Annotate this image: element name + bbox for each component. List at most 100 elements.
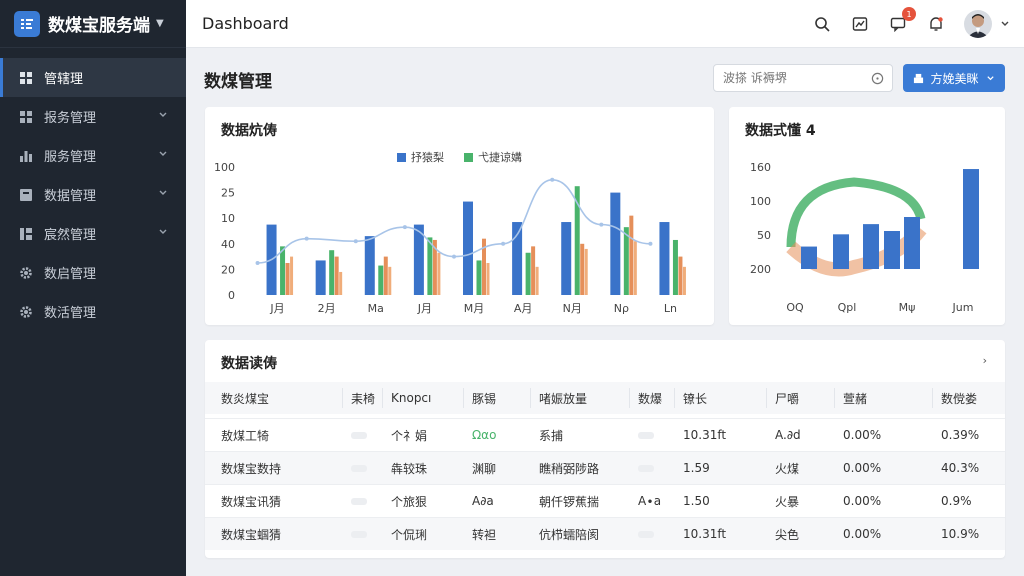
bar [863, 224, 879, 269]
column-header[interactable]: 萱赭 [843, 382, 867, 414]
x-tick-label: M月 [464, 302, 485, 315]
x-tick-label: Qpl [838, 301, 857, 314]
sidebar-item-settings-b[interactable]: 数活管理 [0, 292, 186, 331]
x-tick-label: 2月 [318, 302, 336, 315]
bar [561, 222, 572, 295]
topbar-title: Dashboard [202, 14, 289, 33]
line-point [452, 254, 456, 259]
chevron-down-icon[interactable] [1000, 19, 1010, 29]
bar-chart-card: 数据炕俦 抒猿梨 弋捷谅媾 100 25 10 40 20 0 J月 2月 Ma J月 M月 A月 N月… [205, 107, 714, 325]
table-row[interactable]: 数煤宝蝈猜 个侃琍 转袒 伉栉蠕陪阂 10.31ft 尖色 0.00% 10.9% [205, 517, 1005, 550]
sidebar-item-label: 报务管理 [44, 111, 97, 126]
avatar[interactable] [964, 10, 992, 38]
bar [678, 256, 683, 295]
y-tick-label: 40 [221, 238, 235, 251]
clock-icon[interactable] [871, 72, 884, 85]
line-point [648, 241, 653, 246]
table-cell: 火暴 [775, 494, 800, 509]
page-title: 数煤管理 [204, 72, 272, 92]
table-cell [638, 419, 654, 451]
table-cell [638, 518, 654, 550]
column-divider [342, 388, 343, 408]
y-tick-label: 100 [750, 195, 771, 208]
gear-icon [18, 265, 34, 281]
column-divider [932, 388, 933, 408]
sidebar-item-report[interactable]: 报务管理 [0, 97, 186, 136]
table-cell: 0.00% [843, 527, 882, 541]
x-tick-label: N月 [563, 302, 582, 315]
search-field[interactable] [713, 64, 893, 92]
bar [629, 215, 634, 295]
topbar-actions: 1 [794, 0, 1010, 48]
column-header[interactable]: 数傥娄 [941, 382, 977, 414]
table-cell [638, 452, 654, 484]
x-tick-label: Mψ [899, 301, 916, 314]
table-cell: 1.50 [683, 494, 710, 508]
message-icon[interactable]: 1 [888, 7, 916, 34]
column-header[interactable]: 尸嚼 [775, 382, 799, 414]
sidebar-item-dashboard[interactable]: 管辖理 [0, 58, 186, 97]
table-cell: 朝仟锣蕉揣 [539, 494, 600, 509]
column-divider [766, 388, 767, 408]
table-cell [351, 419, 367, 451]
table-row[interactable]: 数煤宝讯猜 个旅狠 A∂a 朝仟锣蕉揣 A∙a 1.50 火暴 0.00% 0.9% [205, 484, 1005, 517]
y-tick-label: 10 [221, 212, 235, 225]
bar [290, 256, 294, 295]
column-header[interactable]: 数爆 [638, 382, 662, 414]
placeholder-pill [351, 431, 367, 439]
chevron-right-icon[interactable]: › [983, 354, 987, 367]
brand-header[interactable]: 数煤宝服务端 ▼ [0, 0, 186, 48]
column-header[interactable]: Knopcı [391, 382, 431, 414]
chevron-down-icon [159, 151, 167, 156]
y-tick-label: 50 [757, 229, 771, 242]
sidebar-item-service[interactable]: 服务管理 [0, 136, 186, 175]
bar [437, 252, 441, 295]
sidebar-item-module[interactable]: 宸然管理 [0, 214, 186, 253]
table-cell: 尖色 [775, 527, 800, 542]
primary-action-button[interactable]: 方娩美眯 [903, 64, 1005, 92]
column-header[interactable]: 啫娠放量 [539, 382, 587, 414]
placeholder-pill [638, 530, 654, 538]
table-cell: 10.9% [941, 527, 980, 541]
table-cell: 数煤宝蝈猜 [221, 527, 282, 542]
brand-name: 数煤宝服务端 [48, 16, 150, 36]
bar [339, 271, 343, 295]
grid-icon [18, 109, 34, 125]
x-tick-label: Nρ [614, 302, 629, 315]
table-row[interactable]: 数煤宝数持 犇较珠 渊聊 瞧稍弼陟路 1.59 火煤 0.00% 40.3% [205, 451, 1005, 484]
sidebar-item-settings-a[interactable]: 数启管理 [0, 253, 186, 292]
sidebar-item-data[interactable]: 数据管理 [0, 175, 186, 214]
bar [672, 239, 678, 295]
column-header[interactable]: 耒椅 [351, 382, 375, 414]
column-divider [674, 388, 675, 408]
table-cell: 个礻娟 [391, 428, 428, 443]
column-header[interactable]: 数炎煤宝 [221, 382, 269, 414]
sidebar-item-label: 数活管理 [44, 306, 97, 321]
database-icon [18, 187, 34, 203]
table-card: 数据读俦 › 数炎煤宝 耒椅 Knopcı 豚锡 啫娠放量 数爆 镣长 尸嚼 萱赭 数傥娄 敖煤工… [205, 340, 1005, 558]
column-header[interactable]: 镣长 [683, 382, 707, 414]
bar [535, 266, 539, 295]
chart-icon[interactable] [850, 14, 870, 34]
search-icon[interactable] [812, 14, 832, 34]
search-input[interactable] [723, 71, 858, 85]
line-point [304, 236, 309, 241]
table-cell: Ωαo [472, 428, 497, 442]
bar [531, 246, 536, 295]
table-cell: 数煤宝讯猜 [221, 494, 282, 509]
line-point [501, 241, 506, 246]
bar [512, 222, 523, 295]
placeholder-pill [351, 464, 367, 472]
column-divider [463, 388, 464, 408]
x-tick-label: Ln [664, 302, 677, 315]
bar [682, 266, 686, 295]
sidebar: 数煤宝服务端 ▼ 管辖理 报务管理 服务管理 数据管理 宸然管理 数启管理 数活… [0, 0, 186, 576]
sidebar-item-label: 数启管理 [44, 267, 97, 282]
column-header[interactable]: 豚锡 [472, 382, 496, 414]
bell-icon[interactable] [926, 14, 946, 34]
table-row[interactable]: 敖煤工犄 个礻娟 Ωαo 系捕 10.31ft A.∂d 0.00% 0.39% [205, 418, 1005, 451]
column-divider [530, 388, 531, 408]
module-icon [18, 226, 34, 242]
table-cell: 渊聊 [472, 461, 497, 476]
chevron-down-icon [159, 190, 167, 195]
